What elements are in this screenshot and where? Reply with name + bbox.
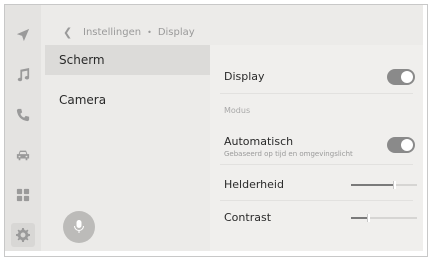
slider-fill <box>351 184 394 186</box>
microphone-icon <box>74 220 84 233</box>
breadcrumb-current: Display <box>157 27 195 38</box>
contrast-slider[interactable] <box>351 214 417 222</box>
slider-thumb[interactable] <box>392 181 396 189</box>
display-label: Display <box>224 70 265 83</box>
breadcrumb: ❮ Instellingen • Display <box>63 26 195 39</box>
display-toggle[interactable] <box>387 69 415 85</box>
divider <box>220 200 413 201</box>
breadcrumb-separator: • <box>147 28 152 37</box>
automatisch-label: Automatisch <box>224 135 294 148</box>
gear-icon[interactable] <box>11 223 35 247</box>
navigation-icon[interactable] <box>11 23 35 47</box>
settings-menu: Scherm Camera <box>45 45 210 251</box>
automatisch-description: Gebaseerd op tijd en omgevingslicht <box>224 150 353 158</box>
slider-thumb[interactable] <box>366 214 370 222</box>
divider <box>220 164 413 165</box>
contrast-label: Contrast <box>224 211 272 224</box>
automatisch-toggle[interactable] <box>387 137 415 153</box>
breadcrumb-parent[interactable]: Instellingen <box>83 27 141 38</box>
toggle-knob <box>401 71 413 83</box>
apps-icon[interactable] <box>11 183 35 207</box>
menu-item-scherm[interactable]: Scherm <box>45 45 210 75</box>
settings-panel: Display Modus Automatisch Gebaseerd op t… <box>210 45 423 251</box>
menu-item-camera[interactable]: Camera <box>45 85 210 115</box>
toggle-knob <box>401 139 413 151</box>
microphone-button[interactable] <box>63 211 95 243</box>
chevron-left-icon[interactable]: ❮ <box>63 26 75 39</box>
divider <box>220 93 413 94</box>
slider-fill <box>351 217 368 219</box>
helderheid-label: Helderheid <box>224 178 284 191</box>
music-icon[interactable] <box>11 63 35 87</box>
helderheid-slider[interactable] <box>351 181 417 189</box>
phone-icon[interactable] <box>11 103 35 127</box>
section-modus: Modus <box>224 106 251 115</box>
car-icon[interactable] <box>11 143 35 167</box>
icon-rail <box>5 5 41 251</box>
infotainment-screen: ❮ Instellingen • Display Scherm Camera D… <box>5 5 423 251</box>
